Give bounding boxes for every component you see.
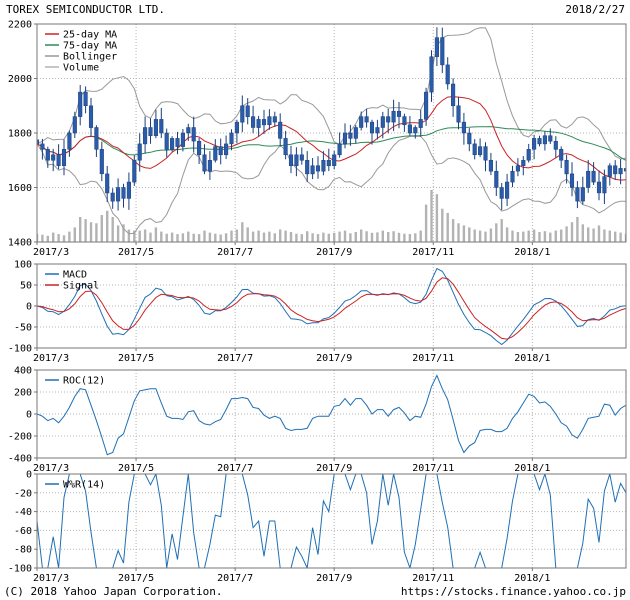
x-tick-label: 2018/1 [514, 463, 550, 474]
y-tick-label: 0 [26, 410, 32, 421]
y-tick-label: 2000 [8, 74, 32, 85]
price-series [35, 27, 628, 242]
y-tick-label: 1400 [8, 238, 32, 249]
x-tick-label: 2017/3 [33, 463, 69, 474]
legend-label: Bollinger [63, 52, 117, 63]
y-tick-label: -40 [14, 507, 32, 518]
wpr-series [37, 474, 626, 568]
roc-line [37, 376, 626, 455]
x-tick-label: 2018/1 [514, 573, 550, 584]
y-tick-label: -50 [14, 323, 32, 334]
x-tick-label: 2017/9 [316, 463, 352, 474]
legend-label: Volume [63, 63, 99, 74]
y-tick-label: 200 [14, 388, 32, 399]
y-tick-label: 100 [14, 260, 32, 271]
x-tick-label: 2017/3 [33, 573, 69, 584]
legend-label: 75-day MA [63, 41, 117, 52]
legend-label: 25-day MA [63, 30, 117, 41]
x-tick-label: 2017/5 [118, 353, 154, 364]
x-tick-label: 2017/9 [316, 247, 352, 258]
roc-legend: ROC(12) [45, 376, 105, 387]
wpr-line [37, 474, 626, 568]
x-tick-label: 2017/3 [33, 353, 69, 364]
y-tick-label: -400 [8, 454, 32, 465]
wpr-border [37, 474, 626, 568]
x-tick-label: 2017/7 [217, 353, 253, 364]
x-tick-label: 2017/5 [118, 573, 154, 584]
y-tick-label: 400 [14, 366, 32, 377]
macd-legend: MACDSignal [45, 270, 99, 292]
price-legend: 25-day MA75-day MABollingerVolume [45, 30, 117, 74]
y-tick-label: 1600 [8, 183, 32, 194]
roc-panel: 400 200 0 -200 -4002017/3 2017/5 2017/7 2017/9 2… [8, 366, 626, 475]
y-tick-label: -60 [14, 526, 32, 537]
legend-label: MACD [63, 270, 87, 281]
legend-label: W%R(14) [63, 480, 105, 491]
legend-label: ROC(12) [63, 376, 105, 387]
signal-line [37, 278, 626, 339]
source-url: https://stocks.finance.yahoo.co.jp [401, 585, 626, 598]
roc-series [37, 376, 626, 455]
x-tick-label: 2017/11 [412, 573, 454, 584]
x-tick-label: 2017/11 [412, 463, 454, 474]
wpr-panel: 0 -20 -40 -60 -80 -1002017/3 2017/5 2017/7 2017/… [8, 470, 626, 585]
stock-chart: 220020001800160014002017/32017/52017/720… [0, 0, 630, 600]
y-tick-label: -20 [14, 488, 32, 499]
x-tick-label: 2017/11 [412, 247, 454, 258]
x-tick-label: 2017/7 [217, 573, 253, 584]
chart-footer: (C) 2018 Yahoo Japan Corporation. https:… [0, 584, 630, 600]
y-tick-label: -80 [14, 545, 32, 556]
price-panel: 2200 2000 1800 1600 14002017/3 2017/5 2017/7 20… [8, 20, 628, 259]
x-tick-label: 2018/1 [514, 353, 550, 364]
y-tick-label: -200 [8, 432, 32, 443]
x-tick-label: 2017/5 [118, 247, 154, 258]
x-tick-label: 2017/9 [316, 353, 352, 364]
macd-line [37, 269, 626, 345]
x-tick-label: 2017/7 [217, 247, 253, 258]
copyright-text: (C) 2018 Yahoo Japan Corporation. [4, 585, 223, 598]
legend-label: Signal [63, 281, 99, 292]
x-tick-label: 2018/1 [514, 247, 550, 258]
x-tick-label: 2017/9 [316, 573, 352, 584]
x-tick-label: 2017/3 [33, 247, 69, 258]
y-tick-label: 2200 [8, 20, 32, 31]
bollinger-lower-line [37, 136, 626, 233]
x-tick-label: 2017/11 [412, 353, 454, 364]
y-tick-label: -100 [8, 344, 32, 355]
y-tick-label: 0 [26, 470, 32, 481]
x-tick-label: 2017/7 [217, 463, 253, 474]
y-tick-label: 50 [20, 281, 32, 292]
x-tick-label: 2017/5 [118, 463, 154, 474]
y-tick-label: -100 [8, 564, 32, 575]
macd-panel: 100 50 0 -50 -1002017/3 2017/5 2017/7 2017/9 201… [8, 260, 626, 365]
wpr-legend: W%R(14) [45, 480, 105, 491]
y-tick-label: 1800 [8, 129, 32, 140]
macd-series [37, 269, 626, 345]
y-tick-label: 0 [26, 302, 32, 313]
